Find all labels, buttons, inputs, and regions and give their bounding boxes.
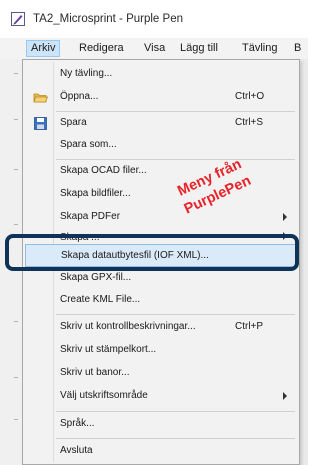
menu-item-label: Språk... — [60, 418, 95, 429]
menu-item-print-area[interactable]: Välj utskriftsområde — [25, 386, 297, 407]
menu-separator — [56, 438, 295, 439]
menu-item-print-descriptions[interactable]: Skriv ut kontrollbeskrivningar... Ctrl+P — [25, 317, 297, 338]
menu-item-print-courses[interactable]: Skriv ut banor... — [25, 363, 297, 384]
menu-item-save-as[interactable]: Spara som... — [25, 135, 297, 156]
menu-item-label: Skapa OCAD filer... — [60, 165, 147, 176]
menu-item-new-event[interactable]: Ny tävling... — [25, 64, 297, 85]
menu-item-shortcut: Ctrl+S — [235, 117, 264, 128]
background-tick — [14, 377, 18, 378]
menu-item-label: Skriv ut kontrollbeskrivningar... — [60, 321, 196, 332]
menu-item-label: Skriv ut stämpelkort... — [60, 344, 157, 355]
menu-item-create-gpx[interactable]: Skapa GPX-fil... — [25, 272, 297, 284]
open-folder-icon — [33, 93, 48, 103]
annotation-highlight-box — [5, 234, 299, 271]
menu-item-create-images[interactable]: Skapa bildfiler... — [25, 184, 297, 205]
menu-separator — [56, 111, 295, 112]
window-title: TA2_Microsprint - Purple Pen — [33, 13, 183, 25]
menu-item-create-pdf[interactable]: Skapa PDFer — [25, 207, 297, 228]
menu-lagg-till[interactable]: Lägg till — [176, 41, 222, 56]
menu-item-print-punchcards[interactable]: Skriv ut stämpelkort... — [25, 340, 297, 361]
menu-item-language[interactable]: Språk... — [25, 414, 297, 435]
menu-item-shortcut: Ctrl+O — [235, 91, 265, 102]
menu-item-create-kml[interactable]: Create KML File... — [25, 290, 297, 311]
menu-b[interactable]: B — [290, 41, 305, 56]
background-tick — [14, 73, 18, 74]
menu-item-label: Skapa GPX-fil... — [60, 272, 132, 283]
menu-item-label: Avsluta — [60, 445, 93, 456]
menu-item-save[interactable]: Spara Ctrl+S — [25, 113, 297, 134]
screenshot-frame: TA2_Microsprint - Purple Pen Arkiv Redig… — [0, 0, 308, 465]
menu-item-label: Öppna... — [60, 91, 99, 102]
menu-item-label: Spara — [60, 117, 87, 128]
menu-item-label: Skapa PDFer — [60, 211, 121, 222]
menu-redigera[interactable]: Redigera — [75, 41, 128, 56]
menu-item-label: Skriv ut banor... — [60, 367, 130, 378]
background-tick — [14, 321, 18, 322]
menu-item-label: Create KML File... — [60, 294, 141, 305]
menu-visa[interactable]: Visa — [140, 41, 169, 56]
menu-item-label: Spara som... — [60, 139, 117, 150]
menu-separator — [56, 314, 295, 315]
menu-item-create-ocad[interactable]: Skapa OCAD filer... — [25, 161, 297, 182]
save-icon — [34, 117, 47, 130]
menu-item-open[interactable]: Öppna... Ctrl+O — [25, 87, 297, 108]
background-tick — [14, 224, 18, 225]
menu-arkiv[interactable]: Arkiv — [26, 40, 61, 57]
menu-item-exit[interactable]: Avsluta — [25, 441, 297, 462]
menu-item-label: Skapa bildfiler... — [60, 188, 131, 199]
background-window-right — [300, 59, 308, 465]
menu-tavling[interactable]: Tävling — [238, 41, 281, 56]
background-tick — [14, 169, 18, 170]
menu-bar: Arkiv Redigera Visa Lägg till Tävling B — [0, 38, 308, 59]
background-tick — [14, 119, 18, 120]
submenu-arrow-icon — [283, 213, 287, 221]
menu-separator — [56, 159, 295, 160]
title-bar: TA2_Microsprint - Purple Pen — [0, 0, 308, 38]
background-tick — [14, 419, 18, 420]
menu-separator — [56, 411, 295, 412]
purple-pen-app-icon — [11, 12, 25, 26]
menu-item-label: Välj utskriftsområde — [60, 390, 148, 401]
menu-item-shortcut: Ctrl+P — [235, 321, 264, 332]
submenu-arrow-icon — [283, 392, 287, 400]
menu-item-label: Ny tävling... — [60, 68, 113, 79]
